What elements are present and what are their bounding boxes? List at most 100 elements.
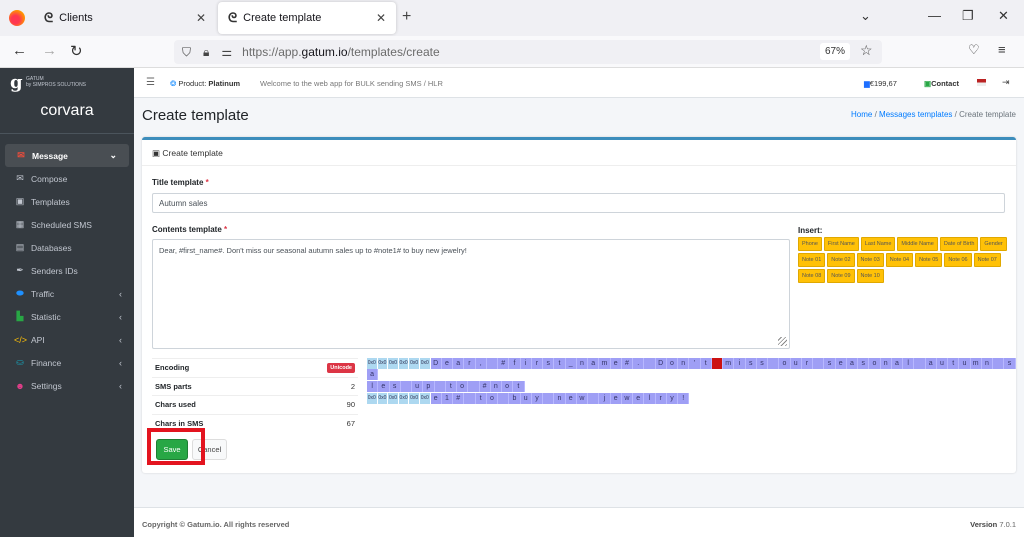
sidebar-item-api[interactable]: </> API ‹ bbox=[0, 328, 134, 351]
gatum-favicon-icon: ᘓ bbox=[228, 10, 238, 25]
forward-icon[interactable]: → bbox=[42, 42, 57, 59]
insert-chip[interactable]: First Name bbox=[823, 237, 859, 251]
encoded-char: 1 bbox=[441, 393, 454, 404]
udh-byte: 0x0 bbox=[388, 358, 399, 369]
sidebar-item-templates[interactable]: ▣ Templates bbox=[0, 190, 134, 213]
encoded-char: r bbox=[801, 358, 814, 369]
stat-key: SMS parts bbox=[155, 381, 192, 391]
encoded-char: w bbox=[621, 393, 634, 404]
encoded-char: i bbox=[734, 358, 746, 369]
insert-chip[interactable]: Middle Name bbox=[897, 237, 938, 251]
insert-chip[interactable]: Note 09 bbox=[827, 269, 855, 283]
encoded-char: # bbox=[498, 358, 510, 369]
contents-textarea[interactable]: Dear, #first_name#. Don't miss our seaso… bbox=[152, 239, 790, 349]
tab-label: Clients bbox=[59, 12, 93, 24]
breadcrumb-home[interactable]: Home bbox=[851, 110, 872, 119]
stat-key: Encoding bbox=[155, 363, 190, 373]
new-tab-icon[interactable]: + bbox=[402, 8, 411, 26]
sidebar-item-traffic[interactable]: ⬬ Traffic ‹ bbox=[0, 282, 134, 305]
encoded-char bbox=[813, 358, 825, 369]
encoded-char: o bbox=[457, 381, 469, 392]
sidebar-item-senders-ids[interactable]: ✒ Senders IDs bbox=[0, 259, 134, 282]
encoded-char: m bbox=[723, 358, 735, 369]
sidebar-item-settings[interactable]: ☻ Settings ‹ bbox=[0, 374, 134, 397]
encoded-char bbox=[464, 393, 476, 404]
lock-icon[interactable]: 🔒︎ bbox=[203, 45, 209, 60]
sidebar-item-scheduled-sms[interactable]: ▦ Scheduled SMS bbox=[0, 213, 134, 236]
bookmark-star-icon[interactable]: ☆ bbox=[860, 42, 873, 59]
encoded-char: o bbox=[486, 393, 499, 404]
tab-clients[interactable]: ᘓ Clients ✕ bbox=[34, 2, 216, 34]
shield-icon[interactable]: ⛉ bbox=[182, 45, 191, 60]
close-tab-icon[interactable]: ✕ bbox=[376, 11, 386, 25]
insert-chip[interactable]: Note 02 bbox=[827, 253, 855, 267]
contact-link[interactable]: ▣Contact bbox=[924, 79, 959, 88]
restore-icon[interactable]: ❐ bbox=[962, 8, 974, 24]
insert-chip[interactable]: Note 04 bbox=[885, 253, 914, 267]
udh-byte: 0x0 bbox=[398, 358, 410, 369]
insert-chip[interactable]: Phone bbox=[798, 237, 822, 251]
sidebar-item-message[interactable]: ✉ Message ⌄ bbox=[5, 144, 129, 167]
app-menu-icon[interactable]: ≡ bbox=[998, 42, 1006, 57]
insert-chip[interactable]: Date of Birth bbox=[939, 237, 979, 251]
insert-chip[interactable]: Note 10 bbox=[856, 269, 884, 283]
inbox-icon: ▣ bbox=[15, 196, 25, 206]
insert-chip[interactable]: Last Name bbox=[860, 237, 896, 251]
copyright: Copyright © Gatum.io. All rights reserve… bbox=[142, 520, 290, 529]
pocket-icon[interactable]: ♡ bbox=[968, 42, 980, 58]
encoded-char: a bbox=[453, 358, 465, 369]
back-icon[interactable]: ← bbox=[12, 42, 27, 59]
tab-label: Create template bbox=[243, 12, 322, 24]
encoded-char: n bbox=[880, 358, 892, 369]
sidebar-item-finance[interactable]: ⛀ Finance ‹ bbox=[0, 351, 134, 374]
insert-chip[interactable]: Note 03 bbox=[856, 253, 884, 267]
envelope-icon: ✉ bbox=[16, 173, 24, 183]
us-flag-icon[interactable] bbox=[977, 79, 986, 86]
udh-byte: 0x0 bbox=[367, 358, 378, 369]
udh-byte: 0x0 bbox=[377, 393, 389, 404]
insert-chip[interactable]: Note 01 bbox=[798, 253, 826, 267]
sidebar-item-statistic[interactable]: ▙ Statistic ‹ bbox=[0, 305, 134, 328]
udh-byte: 0x0 bbox=[388, 393, 399, 404]
close-tab-icon[interactable]: ✕ bbox=[196, 11, 206, 25]
resize-handle[interactable] bbox=[778, 337, 787, 346]
minimize-icon[interactable]: — bbox=[928, 8, 941, 23]
breadcrumb-messages-templates[interactable]: Messages templates bbox=[879, 110, 952, 119]
encoded-char: m bbox=[599, 358, 611, 369]
encoded-char: r bbox=[655, 393, 667, 404]
title-input[interactable]: Autumn sales bbox=[152, 193, 1005, 213]
insert-chip[interactable]: Gender bbox=[980, 237, 1007, 251]
reload-icon[interactable]: ↻ bbox=[70, 42, 83, 60]
encoded-char: l bbox=[644, 393, 656, 404]
stat-key: Chars used bbox=[155, 400, 196, 410]
hamburger-icon[interactable]: ☰ bbox=[146, 77, 155, 88]
balance[interactable]: ▆€199,67 bbox=[864, 79, 897, 88]
logout-icon[interactable]: ⇥ bbox=[1002, 77, 1010, 88]
sidebar-item-databases[interactable]: ▤ Databases bbox=[0, 236, 134, 259]
close-window-icon[interactable]: ✕ bbox=[998, 8, 1009, 24]
tab-create-template[interactable]: ᘓ Create template ✕ bbox=[218, 2, 396, 34]
tab-list-chevron-icon[interactable]: ⌄ bbox=[860, 8, 871, 24]
encoded-char: s bbox=[389, 381, 401, 392]
encoded-char: # bbox=[453, 393, 465, 404]
sidebar-item-compose[interactable]: ✉ Compose bbox=[0, 167, 134, 190]
encoded-char bbox=[768, 358, 780, 369]
insert-chip[interactable]: Note 06 bbox=[944, 253, 972, 267]
udh-byte: 0x0 bbox=[367, 393, 378, 404]
insert-chip[interactable]: Note 07 bbox=[973, 253, 1001, 267]
encoded-char: e bbox=[633, 393, 645, 404]
udh-byte: 0x0 bbox=[409, 393, 420, 404]
insert-chip[interactable]: Note 08 bbox=[798, 269, 826, 283]
url-bar[interactable]: ⛉ 🔒︎ ⚌ https://app.gatum.io/templates/cr… bbox=[174, 40, 882, 64]
zoom-level[interactable]: 67% bbox=[820, 43, 851, 60]
chevron-left-icon: ‹ bbox=[119, 311, 122, 322]
encoded-char: f bbox=[509, 358, 521, 369]
permissions-icon[interactable]: ⚌ bbox=[221, 45, 232, 59]
insert-chip[interactable]: Note 05 bbox=[915, 253, 943, 267]
version: Version 7.0.1 bbox=[970, 520, 1016, 529]
url-text[interactable]: https://app.gatum.io/templates/create bbox=[242, 45, 439, 59]
encoded-char: e bbox=[610, 358, 622, 369]
encoded-char: r bbox=[464, 358, 476, 369]
encoded-char: # bbox=[479, 381, 491, 392]
sidebar-item-label: Databases bbox=[31, 242, 72, 253]
